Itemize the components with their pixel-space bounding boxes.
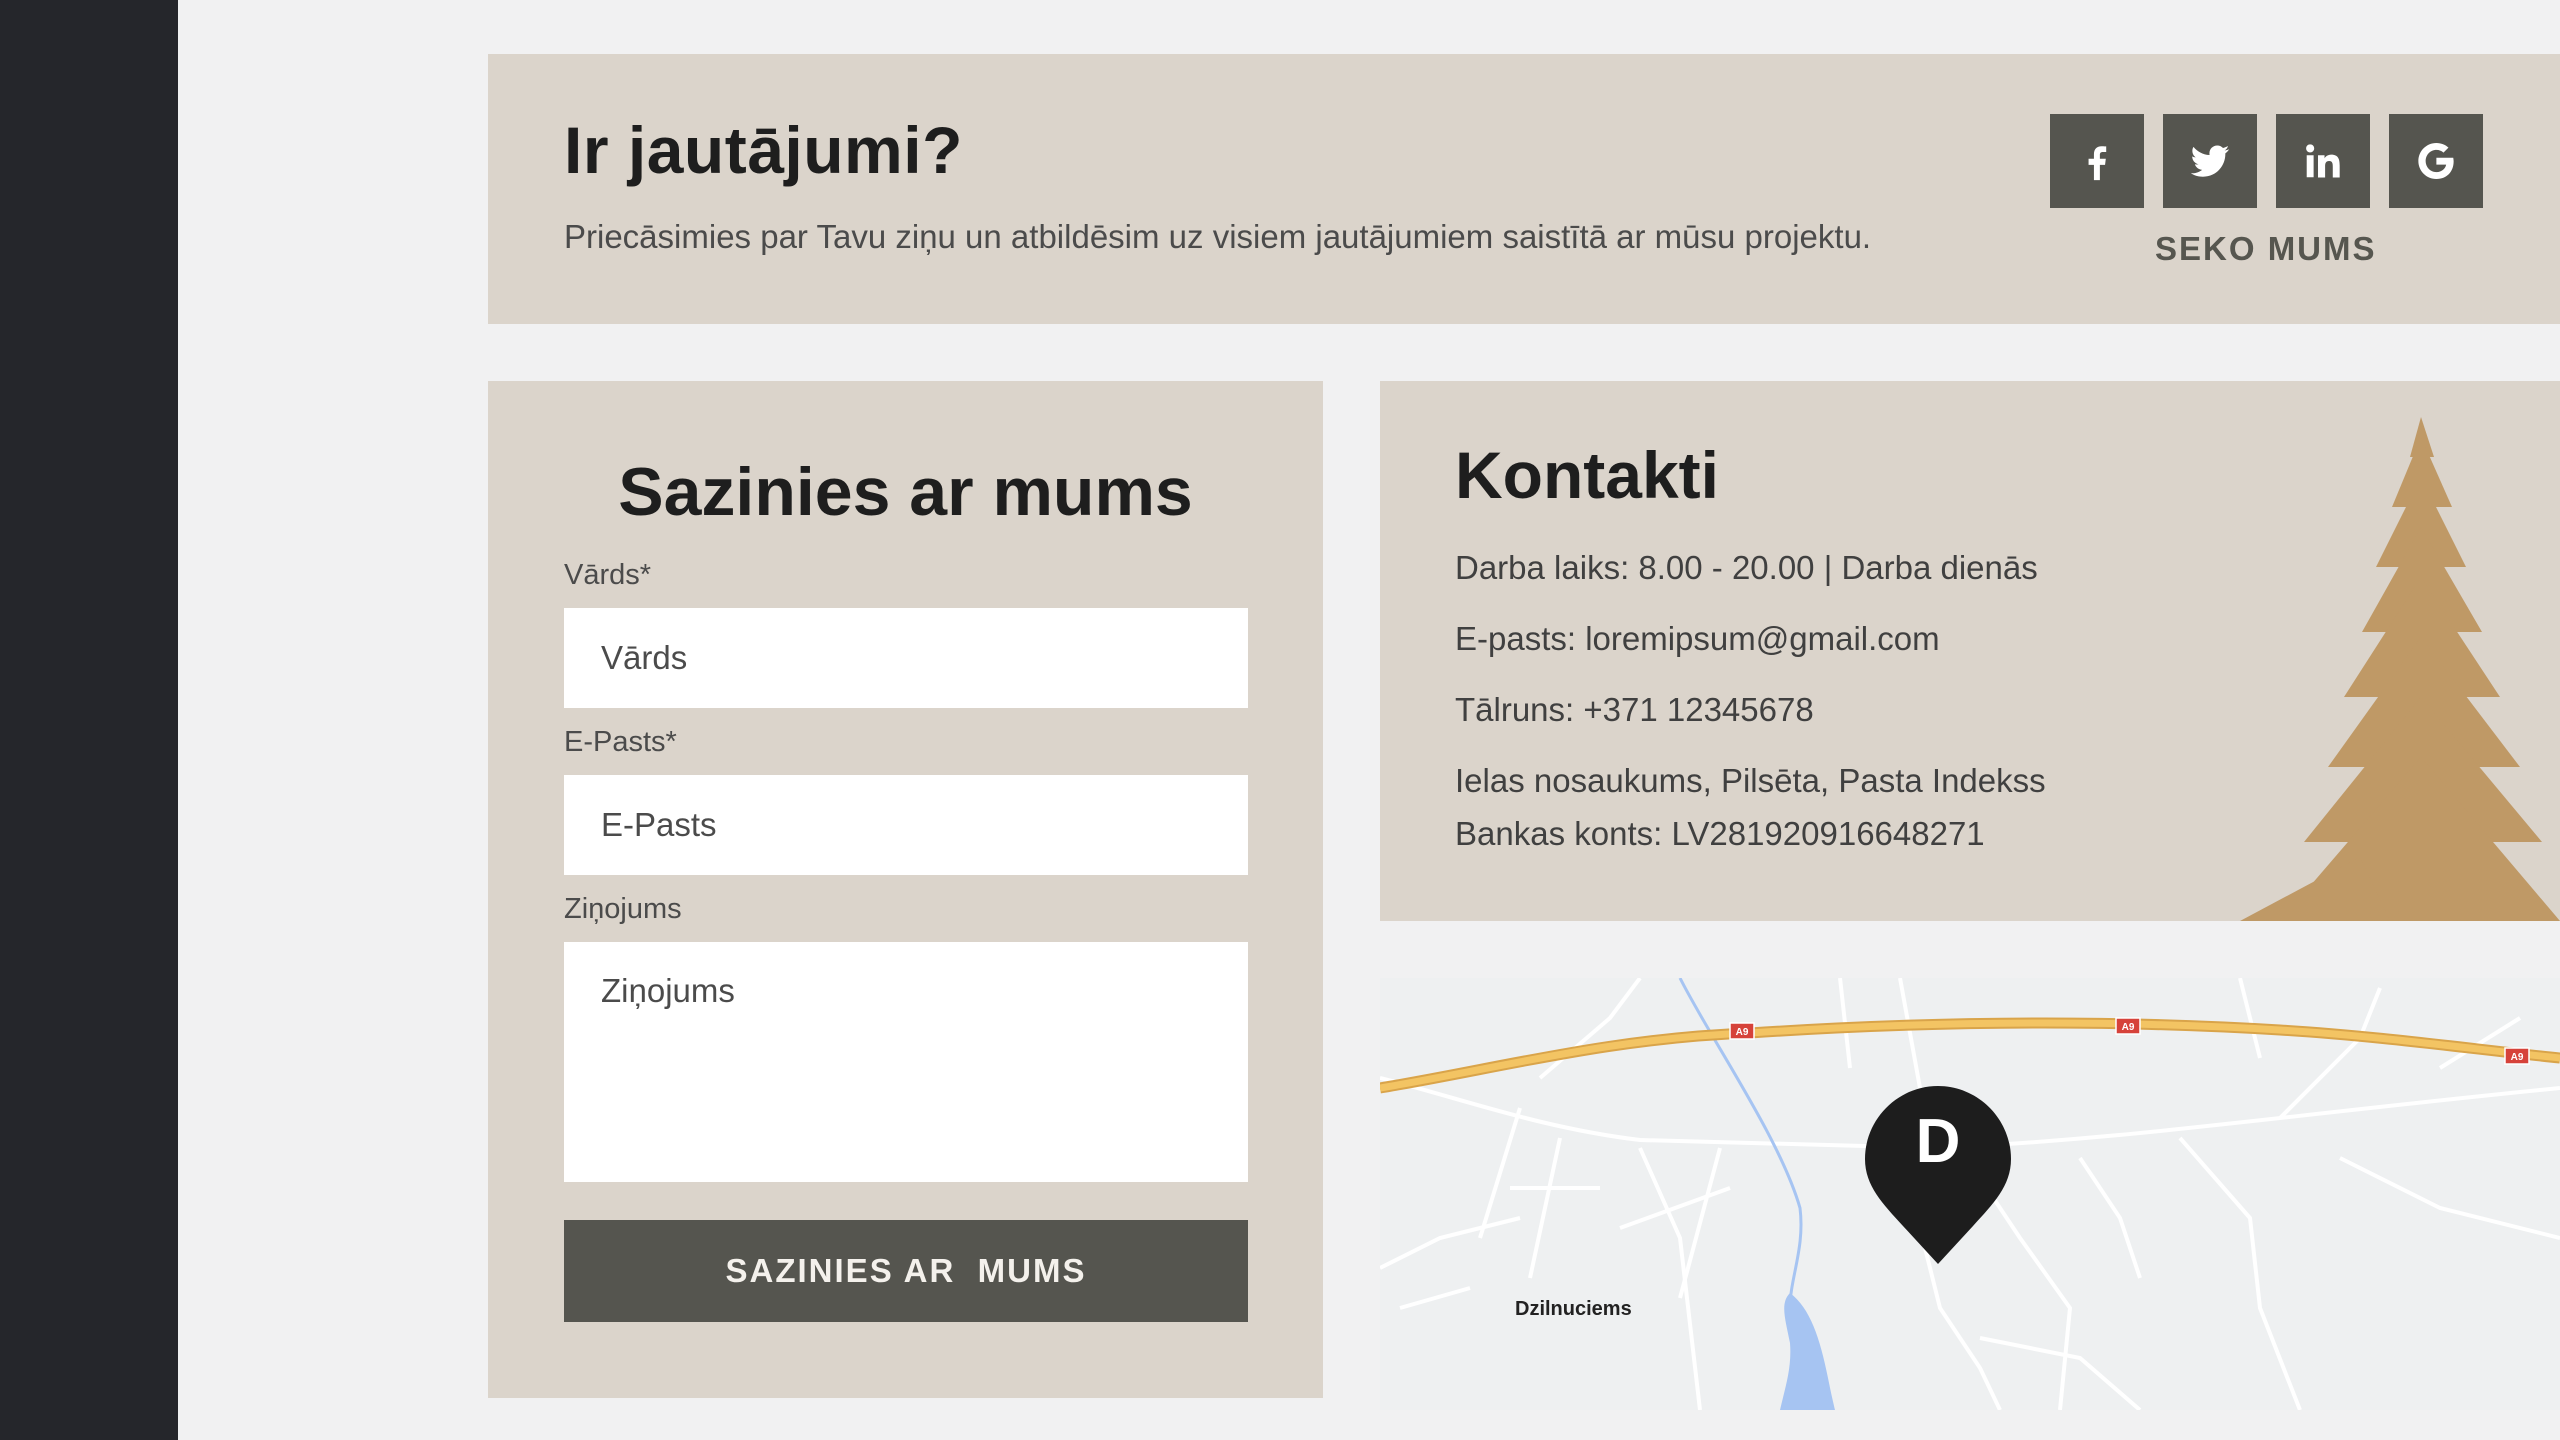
message-label: Ziņojums [564, 893, 682, 925]
banner-subtitle: Priecāsimies par Tavu ziņu un atbildēsim… [564, 218, 1872, 255]
contacts-card: Kontakti Darba laiks: 8.00 - 20.00 | Dar… [1380, 381, 2560, 921]
banner-title: Ir jautājumi? [564, 113, 963, 187]
pine-tree-illustration [2240, 417, 2560, 921]
road-shield-1-label: A9 [1736, 1027, 1749, 1038]
google-icon [2418, 142, 2454, 180]
message-input[interactable] [564, 942, 1248, 1182]
linkedin-button[interactable] [2276, 114, 2370, 208]
road-shield-2-label: A9 [2122, 1022, 2135, 1033]
facebook-icon [2088, 146, 2107, 181]
name-label: Vārds* [564, 559, 652, 591]
road-shield-1: A9 [1729, 1022, 1755, 1040]
google-button[interactable] [2389, 114, 2483, 208]
contacts-title: Kontakti [1455, 438, 1719, 512]
form-title: Sazinies ar mums [618, 454, 1193, 530]
map-marker[interactable]: D [1865, 1086, 2011, 1264]
twitter-icon [2190, 145, 2230, 177]
follow-us-label: SEKO MUMS [2155, 230, 2377, 267]
linkedin-icon [2306, 144, 2340, 178]
left-sidebar [0, 0, 178, 1440]
road-shield-3-label: A9 [2511, 1052, 2524, 1063]
contact-email: E-pasts: loremipsum@gmail.com [1455, 620, 1940, 657]
bank-account: Bankas konts: LV281920916648271 [1455, 815, 1985, 852]
place-label: Dzilnuciems [1515, 1298, 1632, 1320]
questions-banner: Ir jautājumi? Priecāsimies par Tavu ziņu… [488, 54, 2560, 324]
road-shield-2: A9 [2115, 1017, 2141, 1035]
working-hours: Darba laiks: 8.00 - 20.00 | Darba dienās [1455, 549, 2038, 586]
facebook-button[interactable] [2050, 114, 2144, 208]
email-label: E-Pasts* [564, 726, 677, 758]
twitter-button[interactable] [2163, 114, 2257, 208]
social-links [2050, 114, 2483, 208]
contact-phone: Tālruns: +371 12345678 [1455, 691, 1814, 728]
submit-button[interactable]: SAZINIES AR MUMS [564, 1220, 1248, 1322]
location-map[interactable]: A9 A9 A9 Dzilnuciems D [1380, 978, 2560, 1410]
name-input[interactable] [564, 608, 1248, 708]
road-shield-3: A9 [2504, 1047, 2530, 1065]
email-input[interactable] [564, 775, 1248, 875]
contact-form: Sazinies ar mums Vārds* E-Pasts* Ziņojum… [488, 381, 1323, 1398]
contact-address: Ielas nosaukums, Pilsēta, Pasta Indekss [1455, 762, 2046, 799]
marker-letter: D [1915, 1107, 1961, 1176]
